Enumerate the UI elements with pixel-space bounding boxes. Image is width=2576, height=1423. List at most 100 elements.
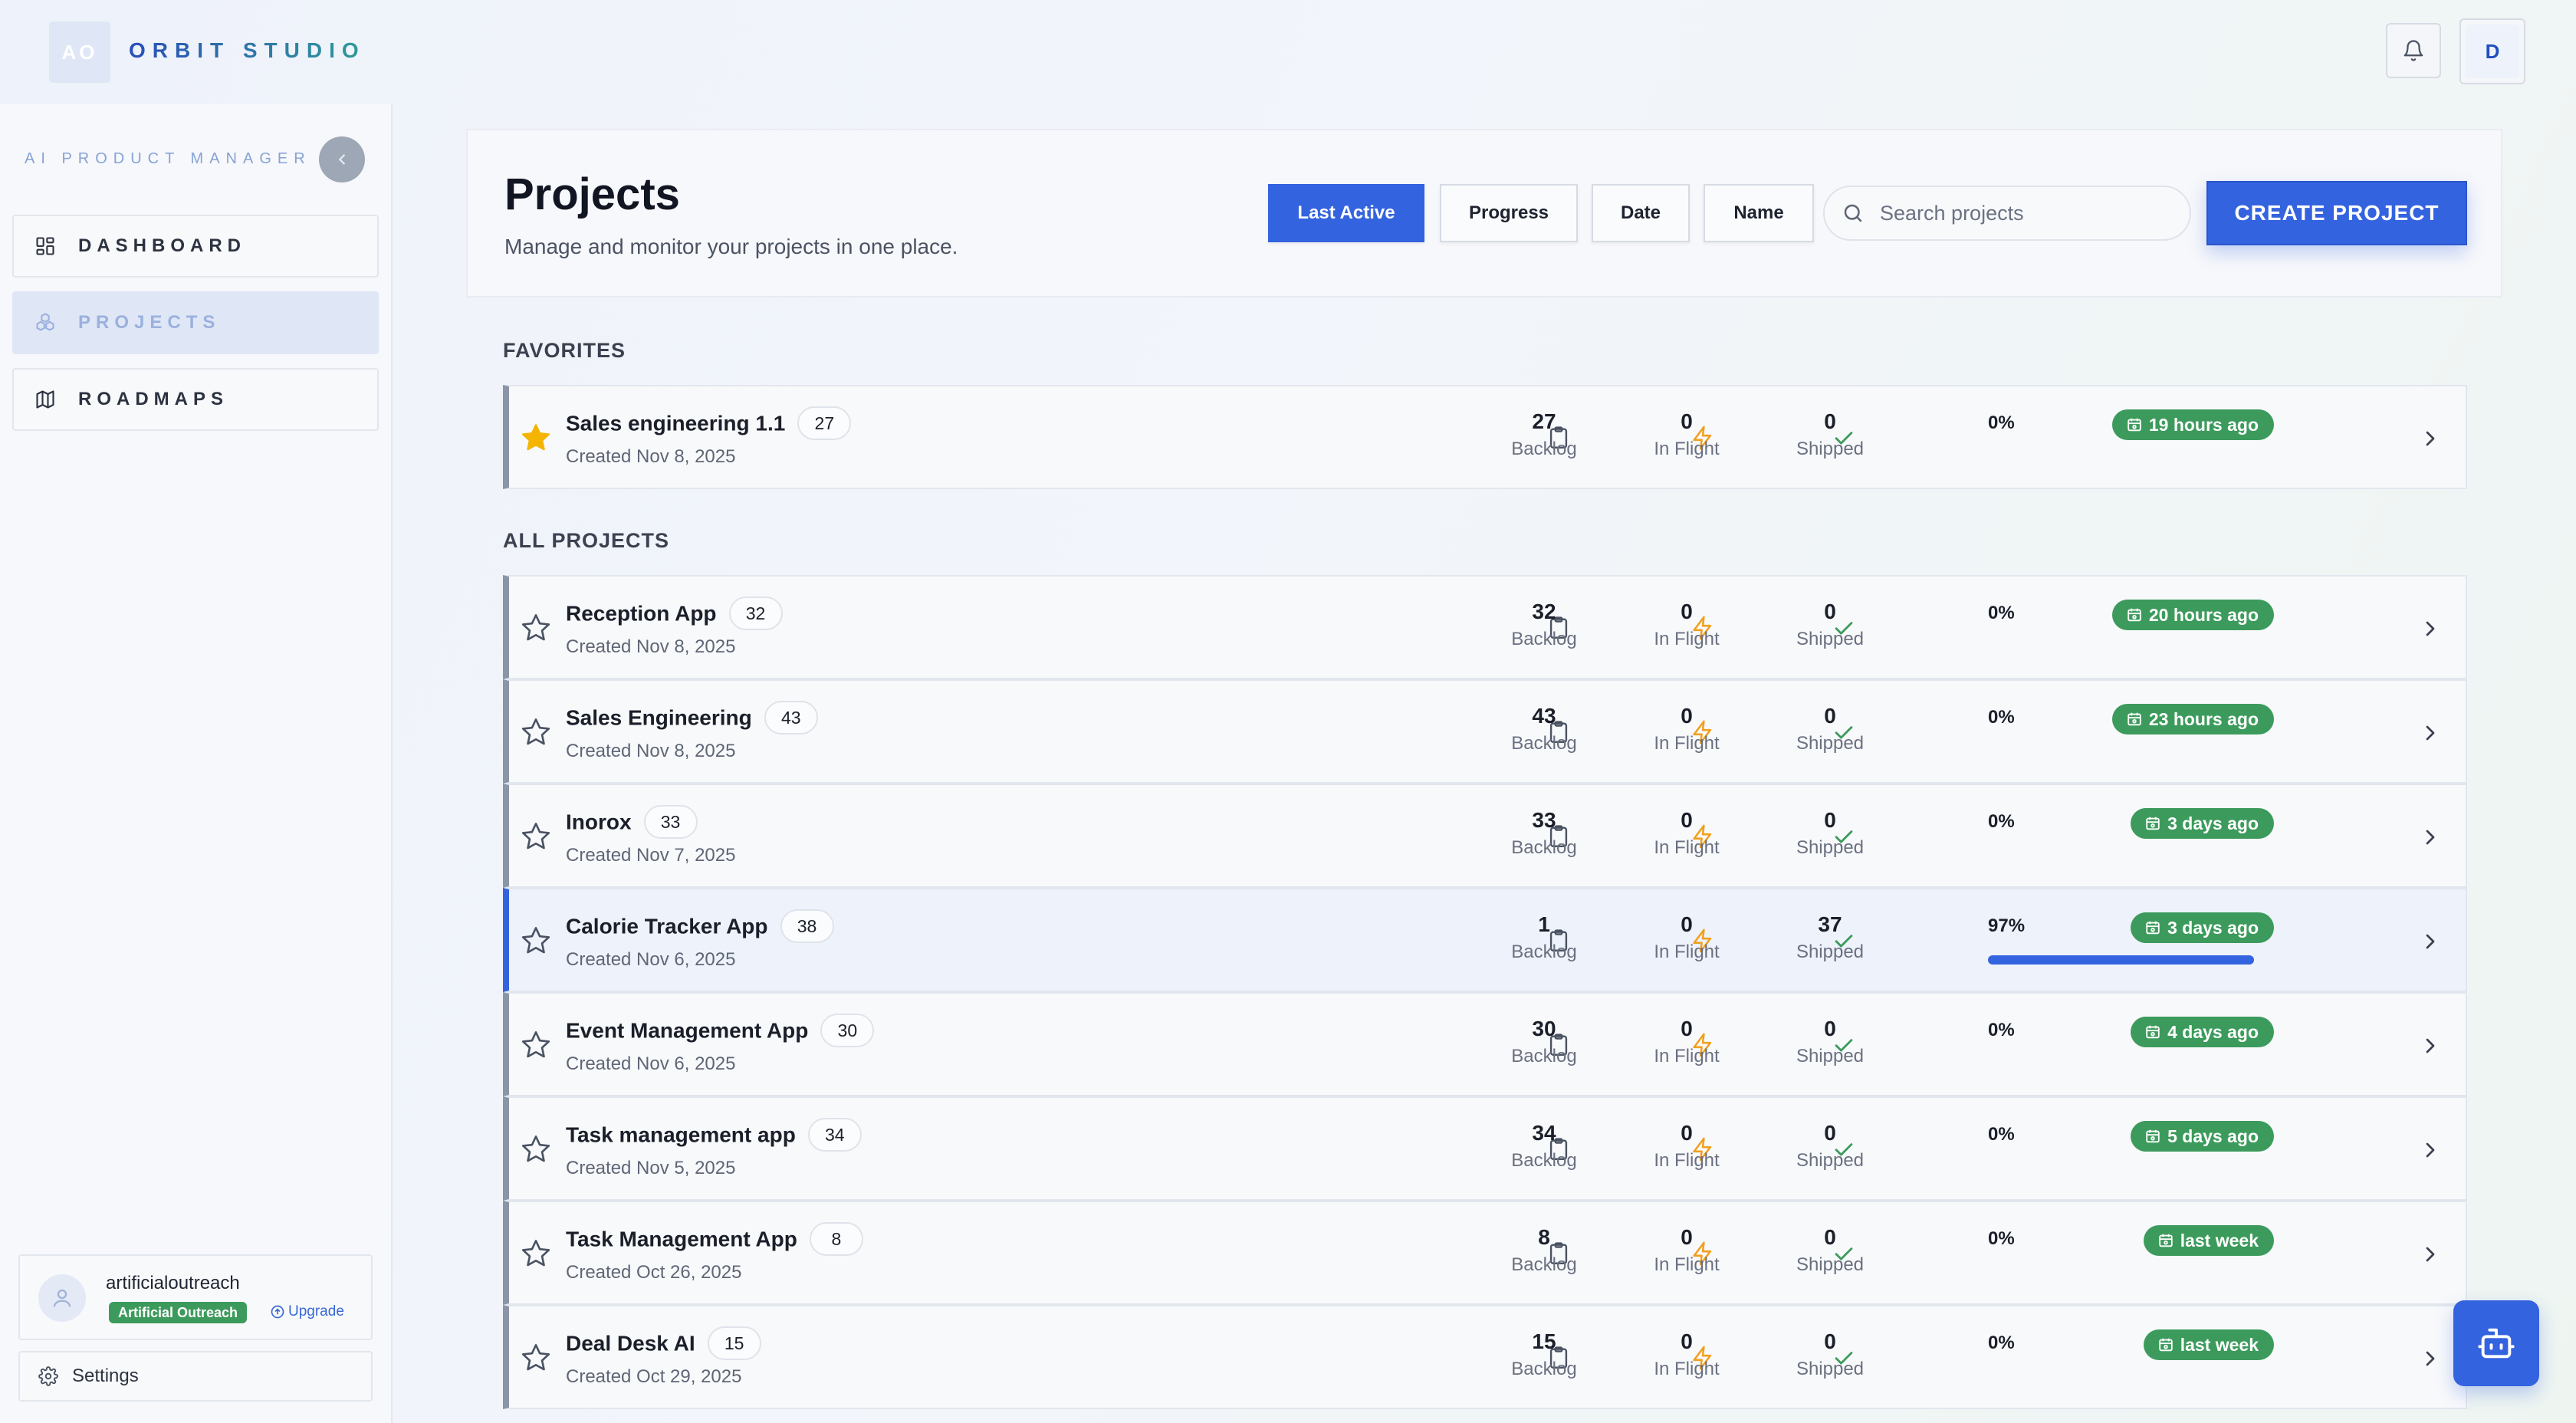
in-flight-count: 0: [1641, 1121, 1733, 1145]
star-outline-icon[interactable]: [520, 716, 552, 748]
backlog-label: Backlog: [1498, 1150, 1590, 1172]
collapse-sidebar-button[interactable]: [319, 136, 365, 182]
last-active-text: 5 days ago: [2167, 1126, 2259, 1147]
notifications-button[interactable]: [2386, 23, 2441, 78]
project-name[interactable]: Sales Engineering43: [566, 702, 818, 736]
sort-progress-button[interactable]: Progress: [1440, 184, 1578, 242]
create-project-button[interactable]: CREATE PROJECT: [2206, 181, 2467, 245]
ai-assistant-button[interactable]: [2453, 1300, 2539, 1386]
backlog-count: 15: [1498, 1329, 1590, 1354]
upgrade-label: Upgrade: [288, 1303, 344, 1320]
star-filled-icon[interactable]: [520, 422, 552, 454]
avatar: D: [2466, 25, 2519, 78]
project-name[interactable]: Deal Desk AI15: [566, 1328, 761, 1362]
in-flight-count: 0: [1641, 912, 1733, 937]
last-active-text: 23 hours ago: [2149, 709, 2259, 730]
last-active-text: 4 days ago: [2167, 1022, 2259, 1043]
last-active-text: 3 days ago: [2167, 813, 2259, 834]
last-active-badge: 3 days ago: [2131, 912, 2274, 943]
project-row[interactable]: Deal Desk AI15Created Oct 29, 202515Back…: [503, 1305, 2467, 1409]
chevron-right-icon[interactable]: [2418, 721, 2443, 745]
user-avatar: [38, 1274, 86, 1322]
star-outline-icon[interactable]: [520, 1237, 552, 1270]
backlog-count: 32: [1498, 600, 1590, 624]
shipped-count: 37: [1784, 912, 1876, 937]
project-name[interactable]: Sales engineering 1.127: [566, 408, 851, 442]
project-name[interactable]: Inorox33: [566, 807, 698, 840]
settings-button[interactable]: Settings: [18, 1351, 373, 1402]
chevron-right-icon[interactable]: [2418, 616, 2443, 641]
search-input[interactable]: [1880, 202, 2171, 225]
sort-name-button[interactable]: Name: [1704, 184, 1814, 242]
project-name-text: Reception App: [566, 601, 717, 625]
star-outline-icon[interactable]: [520, 1029, 552, 1061]
in-flight-label: In Flight: [1641, 1359, 1733, 1380]
page-subtitle: Manage and monitor your projects in one …: [504, 235, 958, 259]
star-outline-icon[interactable]: [520, 612, 552, 644]
chevron-right-icon[interactable]: [2418, 1242, 2443, 1267]
last-active-text: 19 hours ago: [2149, 415, 2259, 435]
project-name-text: Deal Desk AI: [566, 1331, 695, 1355]
star-outline-icon[interactable]: [520, 1133, 552, 1165]
shipped-label: Shipped: [1784, 1254, 1876, 1276]
gear-icon: [38, 1366, 58, 1386]
last-active-badge: 19 hours ago: [2112, 409, 2274, 440]
in-flight-label: In Flight: [1641, 1254, 1733, 1276]
project-row[interactable]: Task management app34Created Nov 5, 2025…: [503, 1096, 2467, 1201]
chevron-right-icon[interactable]: [2418, 426, 2443, 451]
project-row[interactable]: Reception App32Created Nov 8, 202532Back…: [503, 575, 2467, 679]
project-created-date: Created Nov 6, 2025: [566, 949, 735, 971]
project-count-badge: 30: [820, 1014, 874, 1047]
backlog-count: 8: [1498, 1225, 1590, 1250]
sidebar-item-projects[interactable]: PROJECTS: [12, 291, 379, 354]
sidebar-item-roadmaps[interactable]: ROADMAPS: [12, 368, 379, 431]
in-flight-label: In Flight: [1641, 733, 1733, 754]
backlog-label: Backlog: [1498, 439, 1590, 460]
sidebar-item-label: DASHBOARD: [78, 235, 246, 257]
user-avatar-button[interactable]: D: [2459, 18, 2525, 84]
chevron-right-icon[interactable]: [2418, 1138, 2443, 1162]
logo[interactable]: AO: [49, 21, 110, 83]
robot-icon: [2476, 1323, 2516, 1363]
project-name[interactable]: Reception App 32: [566, 598, 783, 632]
bell-icon: [2402, 39, 2425, 62]
star-outline-icon[interactable]: [520, 1342, 552, 1374]
brand-name[interactable]: ORBIT STUDIO: [129, 38, 366, 63]
project-name-text: Calorie Tracker App: [566, 914, 768, 938]
project-name[interactable]: Task management app34: [566, 1119, 862, 1153]
project-count-badge: 32: [729, 596, 783, 630]
user-card[interactable]: artificialoutreach Artificial Outreach U…: [18, 1254, 373, 1340]
sort-date-button[interactable]: Date: [1592, 184, 1690, 242]
sort-last-active-button[interactable]: Last Active: [1268, 184, 1424, 242]
project-row[interactable]: Calorie Tracker App 38 Created Nov 6, 2025…: [503, 888, 2467, 992]
project-count-badge: 43: [764, 701, 818, 735]
project-row[interactable]: Sales Engineering43Created Nov 8, 202543…: [503, 679, 2467, 784]
project-row[interactable]: Sales engineering 1.127Created Nov 8, 20…: [503, 385, 2467, 489]
in-flight-label: In Flight: [1641, 1150, 1733, 1172]
shipped-label: Shipped: [1784, 837, 1876, 859]
backlog-label: Backlog: [1498, 1254, 1590, 1276]
last-active-badge: last week: [2144, 1225, 2274, 1256]
chevron-right-icon[interactable]: [2418, 825, 2443, 850]
project-name[interactable]: Calorie Tracker App 38: [566, 911, 834, 945]
star-outline-icon[interactable]: [520, 925, 552, 957]
in-flight-count: 0: [1641, 704, 1733, 728]
project-row[interactable]: Event Management App30Created Nov 6, 202…: [503, 992, 2467, 1096]
upgrade-link[interactable]: Upgrade: [270, 1303, 344, 1320]
search-box[interactable]: [1823, 186, 2191, 241]
project-count-badge: 38: [780, 909, 834, 943]
project-name[interactable]: Task Management App8: [566, 1224, 863, 1257]
all-projects-heading: ALL PROJECTS: [503, 529, 669, 553]
sidebar-item-label: ROADMAPS: [78, 389, 228, 410]
progress-percent: 0%: [1988, 1333, 2015, 1354]
project-row[interactable]: Task Management App8Created Oct 26, 2025…: [503, 1201, 2467, 1305]
backlog-label: Backlog: [1498, 942, 1590, 963]
chevron-right-icon[interactable]: [2418, 1034, 2443, 1058]
star-outline-icon[interactable]: [520, 820, 552, 853]
last-active-badge: 23 hours ago: [2112, 704, 2274, 735]
project-name[interactable]: Event Management App30: [566, 1015, 874, 1049]
sidebar-item-dashboard[interactable]: DASHBOARD: [12, 215, 379, 278]
project-row[interactable]: Inorox33Created Nov 7, 202533Backlog0In …: [503, 784, 2467, 888]
chevron-right-icon[interactable]: [2418, 929, 2443, 954]
chevron-right-icon[interactable]: [2418, 1346, 2443, 1371]
